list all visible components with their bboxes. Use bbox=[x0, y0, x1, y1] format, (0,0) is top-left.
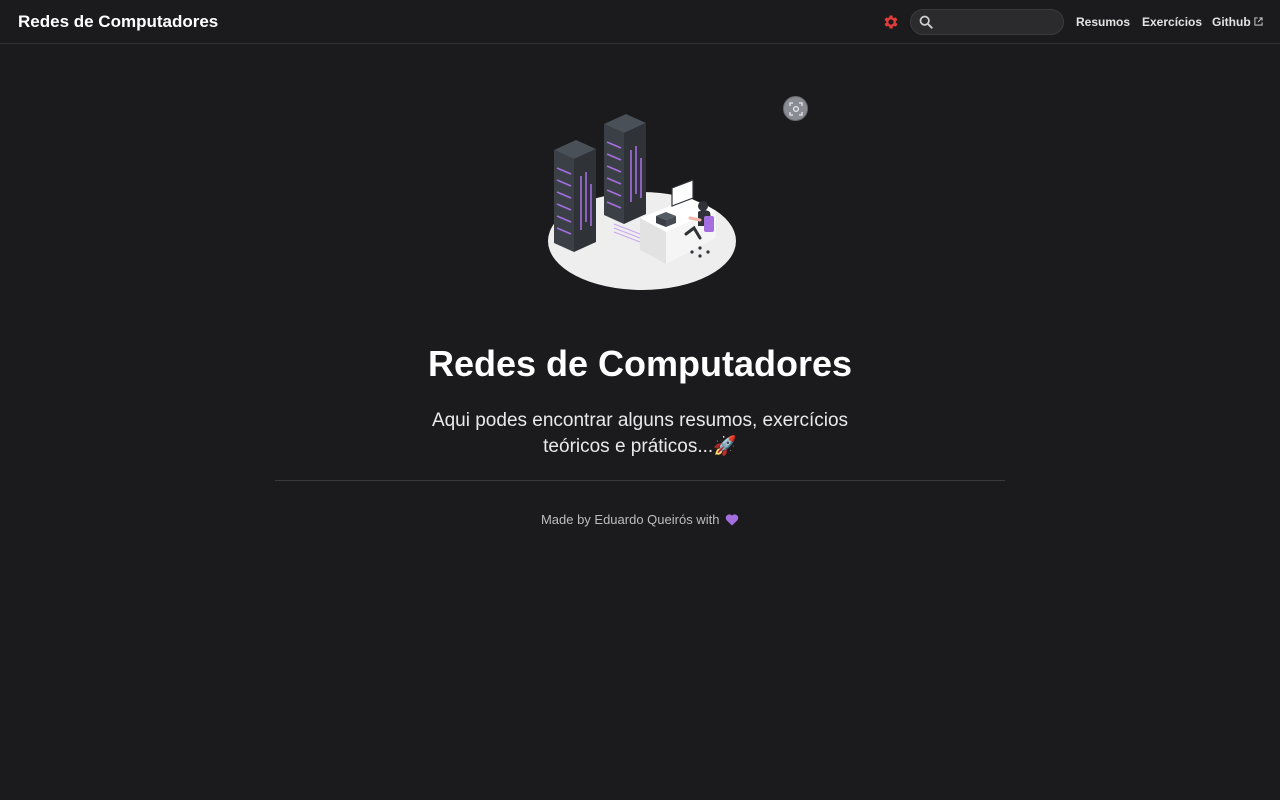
nav-link-github[interactable]: Github bbox=[1212, 15, 1263, 29]
purple-heart-icon bbox=[725, 514, 739, 526]
page-subtitle: Aqui podes encontrar alguns resumos, exe… bbox=[431, 410, 849, 457]
search-box[interactable] bbox=[910, 9, 1064, 35]
site-brand[interactable]: Redes de Computadores bbox=[18, 12, 218, 32]
capture-button[interactable] bbox=[783, 96, 808, 121]
search-input[interactable] bbox=[939, 12, 1057, 32]
search-icon bbox=[919, 15, 933, 29]
external-link-icon bbox=[1254, 17, 1263, 26]
screenshot-icon bbox=[789, 102, 803, 116]
divider bbox=[275, 480, 1005, 481]
navbar: Redes de Computadores Resumos Exercícios… bbox=[0, 0, 1280, 44]
footer-text: Made by Eduardo Queirós with bbox=[540, 512, 720, 527]
nav-link-resumos[interactable]: Resumos bbox=[1076, 15, 1130, 29]
nav-link-github-label: Github bbox=[1212, 15, 1251, 29]
nav-link-exercicios[interactable]: Exercícios bbox=[1142, 15, 1202, 29]
footer: Made by Eduardo Queirós with bbox=[0, 512, 1280, 528]
gear-icon[interactable] bbox=[882, 13, 900, 31]
server-room-illustration bbox=[548, 114, 736, 290]
page-title: Redes de Computadores bbox=[427, 343, 853, 384]
